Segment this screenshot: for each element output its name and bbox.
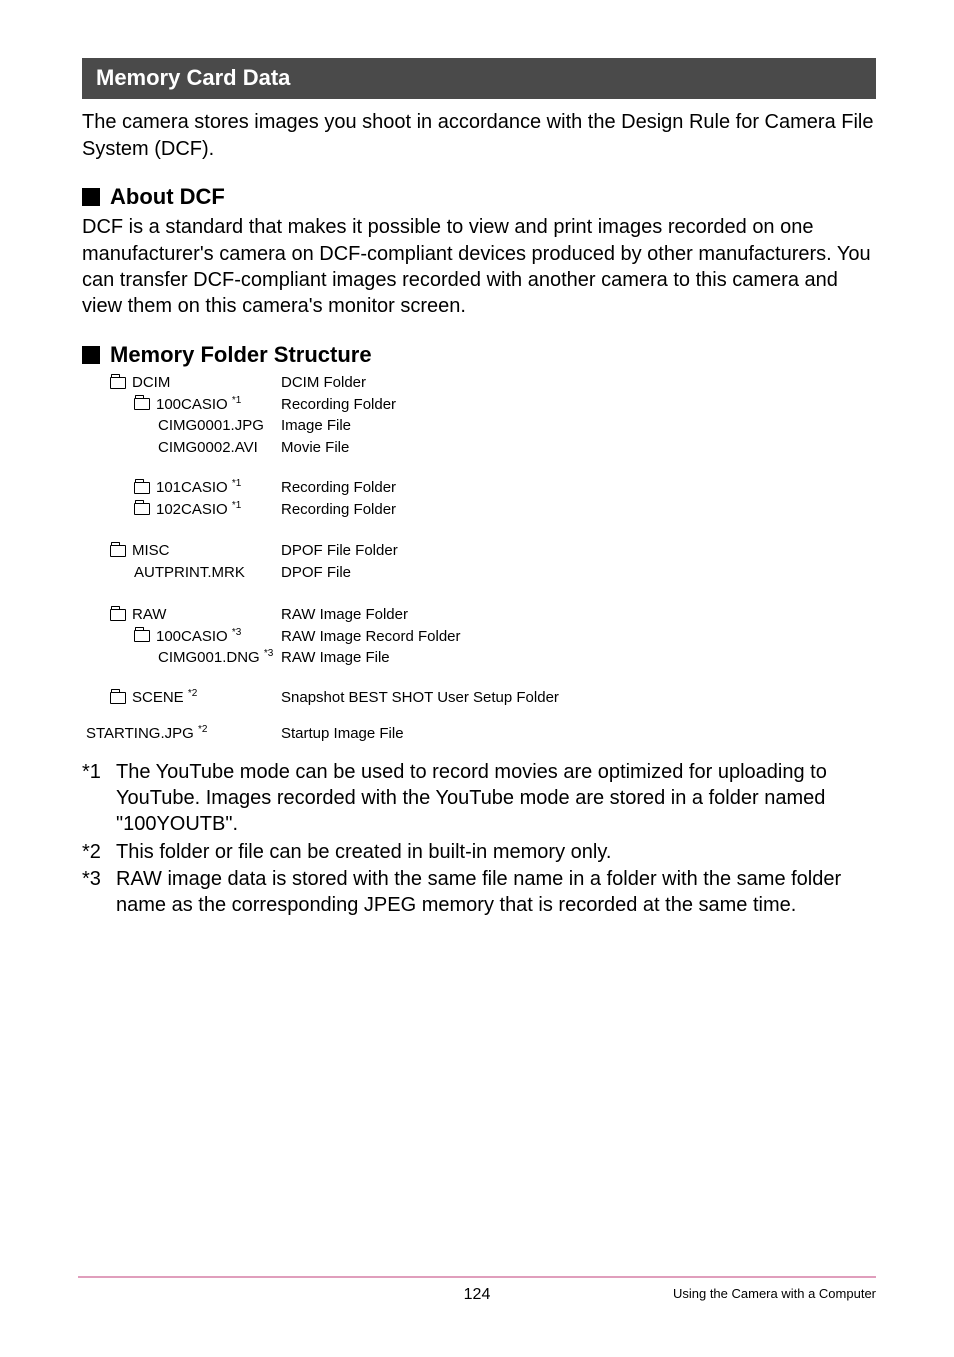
tree-row-cimg0001: CIMG0001.JPG Image File (86, 415, 876, 437)
tree-name: CIMG0001.JPG (158, 415, 264, 437)
notes: *1 The YouTube mode can be used to recor… (82, 759, 876, 919)
note-text: RAW image data is stored with the same f… (116, 866, 876, 919)
tree-row-raw: RAW RAW Image Folder (86, 604, 876, 626)
tree-row-scene: SCENE *2 Snapshot BEST SHOT User Setup F… (86, 687, 876, 709)
folder-tree: DCIM DCIM Folder 100CASIO *1 Recording F… (82, 372, 876, 745)
tree-desc: DCIM Folder (281, 372, 366, 394)
tree-name: SCENE *2 (132, 687, 197, 709)
folder-structure-heading: Memory Folder Structure (82, 342, 876, 368)
tree-row-102casio: 102CASIO *1 Recording Folder (86, 499, 876, 521)
tree-desc: Recording Folder (281, 499, 396, 521)
tree-desc: Startup Image File (281, 723, 404, 745)
folder-structure-title: Memory Folder Structure (110, 342, 372, 368)
about-dcf-text: DCF is a standard that makes it possible… (82, 214, 876, 320)
tree-desc: DPOF File Folder (281, 540, 398, 562)
tree-name: CIMG001.DNG *3 (158, 647, 273, 669)
note-1: *1 The YouTube mode can be used to recor… (82, 759, 876, 838)
tree-row-dcim: DCIM DCIM Folder (86, 372, 876, 394)
tree-desc: RAW Image File (281, 647, 390, 669)
note-text: This folder or file can be created in bu… (116, 839, 876, 865)
note-text: The YouTube mode can be used to record m… (116, 759, 876, 838)
tree-desc: RAW Image Record Folder (281, 626, 461, 648)
folder-icon (110, 692, 126, 704)
note-mark: *3 (82, 866, 116, 919)
tree-desc: Recording Folder (281, 477, 396, 499)
tree-name: 102CASIO *1 (156, 499, 241, 521)
about-dcf-title: About DCF (110, 184, 225, 210)
tree-row-misc: MISC DPOF File Folder (86, 540, 876, 562)
tree-desc: RAW Image Folder (281, 604, 408, 626)
tree-name: DCIM (132, 372, 170, 394)
folder-icon (134, 482, 150, 494)
tree-desc: DPOF File (281, 562, 351, 584)
tree-name: CIMG0002.AVI (158, 437, 258, 459)
page-footer: 124 Using the Camera with a Computer (78, 1276, 876, 1301)
square-bullet-icon (82, 346, 100, 364)
tree-name: RAW (132, 604, 166, 626)
tree-row-cimg0002: CIMG0002.AVI Movie File (86, 437, 876, 459)
folder-icon (110, 377, 126, 389)
tree-name: AUTPRINT.MRK (134, 562, 245, 584)
tree-row-raw-100casio: 100CASIO *3 RAW Image Record Folder (86, 626, 876, 648)
tree-desc: Recording Folder (281, 394, 396, 416)
tree-desc: Image File (281, 415, 351, 437)
tree-name: 100CASIO *1 (156, 394, 241, 416)
tree-row-100casio: 100CASIO *1 Recording Folder (86, 394, 876, 416)
about-dcf-heading: About DCF (82, 184, 876, 210)
tree-name: 100CASIO *3 (156, 626, 241, 648)
note-3: *3 RAW image data is stored with the sam… (82, 866, 876, 919)
tree-desc: Snapshot BEST SHOT User Setup Folder (281, 687, 559, 709)
folder-icon (134, 398, 150, 410)
tree-name: 101CASIO *1 (156, 477, 241, 499)
section-header: Memory Card Data (82, 58, 876, 99)
note-mark: *1 (82, 759, 116, 838)
tree-row-101casio: 101CASIO *1 Recording Folder (86, 477, 876, 499)
tree-row-autprint: AUTPRINT.MRK DPOF File (86, 562, 876, 584)
square-bullet-icon (82, 188, 100, 206)
tree-row-raw-img: CIMG001.DNG *3 RAW Image File (86, 647, 876, 669)
folder-icon (110, 545, 126, 557)
folder-icon (134, 630, 150, 642)
note-mark: *2 (82, 839, 116, 865)
folder-icon (134, 503, 150, 515)
folder-icon (110, 609, 126, 621)
page-number: 124 (464, 1286, 491, 1304)
footer-right-text: Using the Camera with a Computer (673, 1286, 876, 1301)
tree-row-starting: STARTING.JPG *2 Startup Image File (86, 723, 876, 745)
tree-name: STARTING.JPG *2 (86, 723, 207, 745)
intro-text: The camera stores images you shoot in ac… (82, 109, 876, 162)
note-2: *2 This folder or file can be created in… (82, 839, 876, 865)
tree-name: MISC (132, 540, 170, 562)
tree-desc: Movie File (281, 437, 349, 459)
